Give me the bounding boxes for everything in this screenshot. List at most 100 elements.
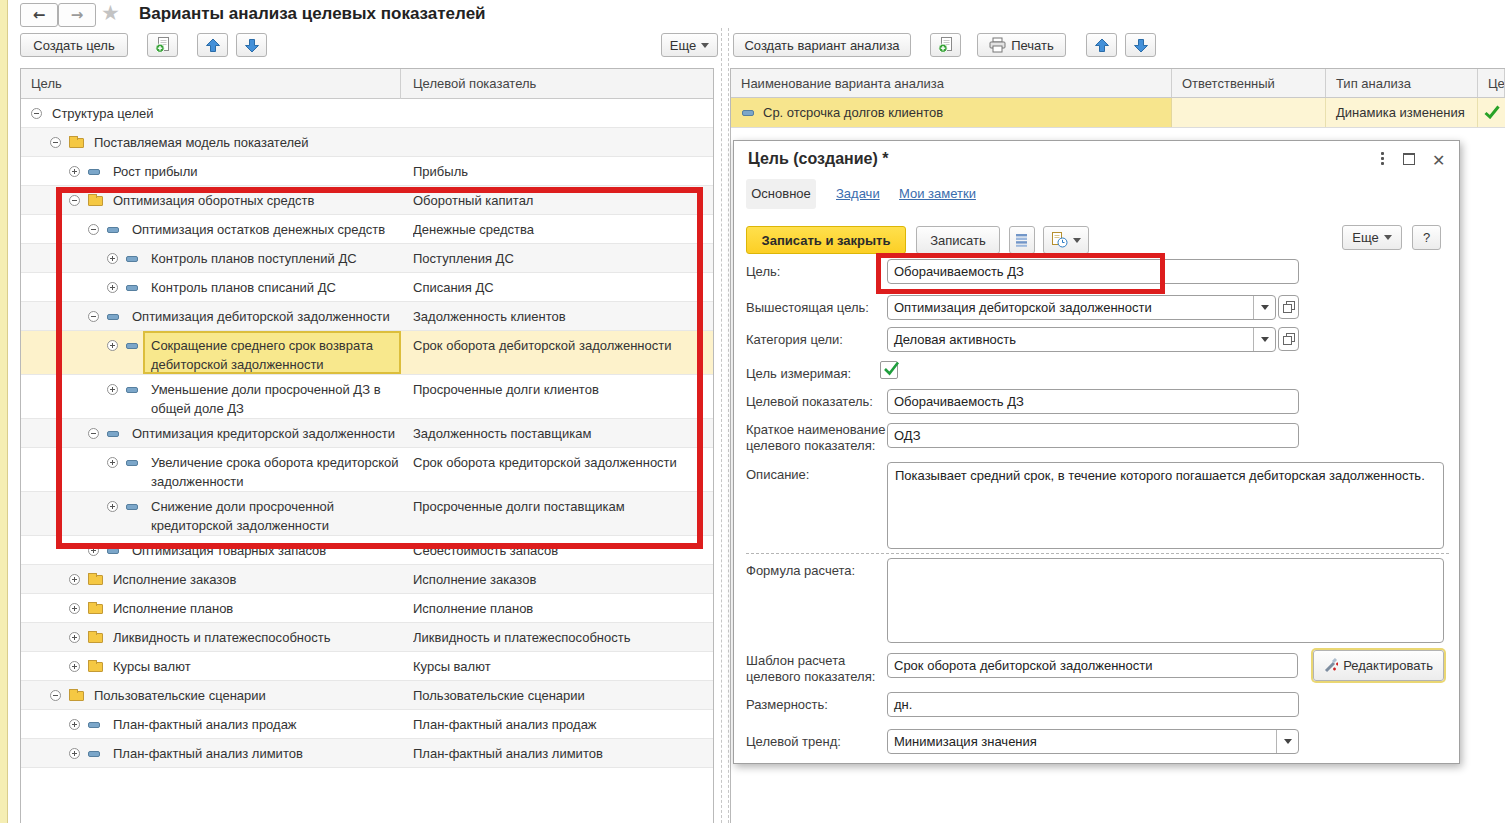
category-open-button[interactable] bbox=[1278, 327, 1299, 351]
magic-wand-icon bbox=[1324, 658, 1338, 673]
tab-tasks[interactable]: Задачи bbox=[836, 186, 880, 201]
tree-row[interactable]: Ликвидность и платежеспособностьЛиквидно… bbox=[21, 623, 713, 652]
tree-row[interactable]: Структура целей bbox=[21, 99, 713, 128]
page-title: Варианты анализа целевых показателей bbox=[139, 4, 486, 24]
chevron-down-icon bbox=[1073, 238, 1081, 247]
left-accent-strip bbox=[0, 0, 8, 823]
goal-cell: Поставляемая модель показателей bbox=[94, 133, 396, 152]
dropdown-arrow-icon[interactable] bbox=[1253, 296, 1275, 319]
expand-icon[interactable] bbox=[69, 661, 80, 672]
save-and-close-button[interactable]: Записать и закрыть bbox=[746, 226, 906, 254]
measurable-checkbox[interactable] bbox=[880, 361, 898, 379]
save-variant-button[interactable] bbox=[930, 33, 961, 57]
column-header-variant-name: Наименование варианта анализа bbox=[731, 69, 1172, 97]
move-down-button[interactable] bbox=[236, 33, 267, 57]
checkmark-icon bbox=[1484, 105, 1500, 122]
dialog-more-button[interactable]: Еще bbox=[1342, 225, 1402, 250]
create-analysis-variant-button[interactable]: Создать вариант анализа bbox=[733, 33, 911, 57]
new-document-icon bbox=[938, 37, 954, 53]
move-down-button[interactable] bbox=[1125, 33, 1156, 57]
indicator-cell: Исполнение планов bbox=[413, 599, 708, 618]
indicator-cell: Курсы валют bbox=[413, 657, 708, 676]
expand-icon[interactable] bbox=[69, 632, 80, 643]
expand-icon[interactable] bbox=[69, 719, 80, 730]
trend-select[interactable]: Минимизация значения bbox=[887, 729, 1299, 754]
help-button[interactable]: ? bbox=[1412, 225, 1441, 250]
category-input[interactable]: Деловая активность bbox=[887, 327, 1276, 352]
collapse-icon[interactable] bbox=[50, 690, 61, 701]
indicator-input[interactable]: Оборачиваемость ДЗ bbox=[887, 389, 1299, 414]
parent-goal-input[interactable]: Оптимизация дебиторской задолженности bbox=[887, 295, 1276, 320]
save-list-button[interactable] bbox=[147, 33, 178, 57]
variant-target-cell bbox=[1478, 98, 1505, 127]
left-more-button[interactable]: Еще bbox=[661, 33, 718, 57]
goal-cell: Рост прибыли bbox=[113, 162, 396, 181]
indicator-cell: Прибыль bbox=[413, 162, 708, 181]
indicator-cell: Ликвидность и платежеспособность bbox=[413, 628, 708, 647]
variant-name-cell: Ср. отсрочка долгов клиентов bbox=[731, 98, 1172, 127]
variants-table-header: Наименование варианта анализа Ответствен… bbox=[731, 69, 1505, 98]
save-button[interactable]: Записать bbox=[916, 226, 1000, 254]
parent-goal-open-button[interactable] bbox=[1278, 295, 1299, 319]
dialog-menu-button[interactable] bbox=[1375, 152, 1389, 168]
section-separator bbox=[746, 553, 1449, 554]
back-button[interactable]: ← bbox=[20, 3, 58, 27]
create-goal-button[interactable]: Создать цель bbox=[20, 33, 128, 57]
goal-label: Цель: bbox=[746, 264, 780, 280]
chevron-down-icon bbox=[701, 43, 709, 52]
parent-goal-label: Вышестоящая цель: bbox=[746, 300, 869, 316]
variant-row[interactable]: Ср. отсрочка долгов клиентов Динамика из… bbox=[731, 98, 1505, 128]
tree-row[interactable]: Поставляемая модель показателей bbox=[21, 128, 713, 157]
forward-arrow-icon: → bbox=[71, 6, 84, 24]
dimension-input[interactable]: дн. bbox=[887, 692, 1299, 717]
chevron-down-icon bbox=[1384, 235, 1392, 244]
collapse-icon[interactable] bbox=[31, 108, 42, 119]
tree-row[interactable]: Рост прибыли Прибыль bbox=[21, 157, 713, 186]
formula-label: Формула расчета: bbox=[746, 563, 855, 579]
arrow-down-icon bbox=[244, 38, 260, 53]
collapse-icon[interactable] bbox=[50, 137, 61, 148]
column-header-responsible: Ответственный bbox=[1172, 69, 1326, 97]
description-textarea[interactable]: Показывает средний срок, в течение котор… bbox=[887, 462, 1444, 549]
forward-button[interactable]: → bbox=[58, 3, 96, 27]
arrow-up-icon bbox=[1094, 38, 1110, 53]
printer-icon bbox=[989, 37, 1006, 53]
tree-row[interactable]: Пользовательские сценарииПользовательски… bbox=[21, 681, 713, 710]
short-name-input[interactable]: ОДЗ bbox=[887, 423, 1299, 448]
description-label: Описание: bbox=[746, 467, 809, 483]
panel-splitter[interactable] bbox=[721, 28, 729, 823]
expand-icon[interactable] bbox=[69, 166, 80, 177]
move-up-button[interactable] bbox=[1086, 33, 1117, 57]
template-input[interactable]: Срок оборота дебиторской задолженности bbox=[887, 653, 1298, 678]
tree-row[interactable]: Исполнение плановИсполнение планов bbox=[21, 594, 713, 623]
structure-button[interactable] bbox=[1009, 226, 1035, 254]
tab-main[interactable]: Основное bbox=[746, 179, 816, 209]
edit-template-button[interactable]: Редактировать bbox=[1313, 650, 1444, 681]
maximize-button[interactable] bbox=[1403, 153, 1415, 165]
expand-icon[interactable] bbox=[69, 574, 80, 585]
back-arrow-icon: ← bbox=[33, 6, 46, 24]
print-button[interactable]: Печать bbox=[977, 33, 1066, 57]
indicator-cell: Пользовательские сценарии bbox=[413, 686, 708, 705]
tree-row[interactable]: План-фактный анализ лимитовПлан-фактный … bbox=[21, 739, 713, 768]
tab-notes[interactable]: Мои заметки bbox=[899, 186, 976, 201]
tree-row[interactable]: План-фактный анализ продажПлан-фактный а… bbox=[21, 710, 713, 739]
document-history-button[interactable] bbox=[1043, 226, 1089, 254]
goal-cell: План-фактный анализ лимитов bbox=[113, 744, 396, 763]
tree-row[interactable]: Курсы валютКурсы валют bbox=[21, 652, 713, 681]
goal-cell: План-фактный анализ продаж bbox=[113, 715, 396, 734]
indicator-cell: Исполнение заказов bbox=[413, 570, 708, 589]
expand-icon[interactable] bbox=[69, 748, 80, 759]
expand-icon[interactable] bbox=[69, 603, 80, 614]
move-up-button[interactable] bbox=[197, 33, 228, 57]
tree-row[interactable]: Исполнение заказовИсполнение заказов bbox=[21, 565, 713, 594]
formula-textarea[interactable] bbox=[887, 558, 1444, 643]
close-button[interactable]: ✕ bbox=[1432, 151, 1445, 170]
open-icon bbox=[1283, 333, 1295, 345]
list-icon bbox=[1015, 233, 1029, 247]
favorite-star-icon[interactable]: ★ bbox=[101, 1, 120, 25]
variant-type-cell: Динамика изменения bbox=[1326, 98, 1478, 127]
dropdown-arrow-icon[interactable] bbox=[1253, 328, 1275, 351]
dropdown-arrow-icon[interactable] bbox=[1276, 730, 1298, 753]
folder-icon bbox=[88, 662, 103, 672]
